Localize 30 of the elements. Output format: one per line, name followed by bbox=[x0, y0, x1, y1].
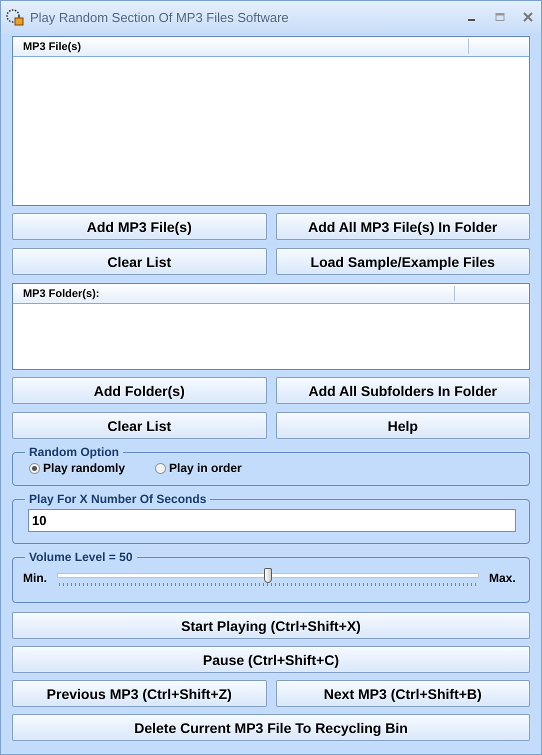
maximize-icon[interactable] bbox=[495, 12, 505, 22]
action-button[interactable]: Clear List bbox=[12, 412, 266, 439]
max-label: Max. bbox=[489, 571, 517, 585]
action-button[interactable]: Add MP3 File(s) bbox=[12, 213, 266, 240]
close-icon[interactable] bbox=[523, 12, 533, 22]
action-button[interactable]: Add Folder(s) bbox=[12, 377, 266, 404]
group-title: Random Option bbox=[28, 445, 120, 459]
action-button[interactable]: Previous MP3 (Ctrl+Shift+Z) bbox=[12, 680, 266, 707]
group-title: Volume Level = 50 bbox=[28, 550, 134, 564]
file-list[interactable]: MP3 File(s) bbox=[12, 36, 530, 206]
app-icon bbox=[6, 8, 24, 26]
action-button[interactable]: Add All Subfolders In Folder bbox=[276, 377, 530, 404]
slider-thumb[interactable] bbox=[264, 568, 272, 583]
min-label: Min. bbox=[23, 571, 47, 585]
action-button[interactable]: Add All MP3 File(s) In Folder bbox=[276, 213, 530, 240]
folder-list[interactable]: MP3 Folder(s): bbox=[12, 283, 530, 370]
action-button[interactable]: Next MP3 (Ctrl+Shift+B) bbox=[276, 680, 530, 707]
group-title: Play For X Number Of Seconds bbox=[28, 492, 208, 506]
radio-button[interactable] bbox=[29, 462, 40, 474]
radio-option[interactable]: Play in order bbox=[155, 461, 242, 475]
radio-button[interactable] bbox=[155, 462, 166, 474]
window-title: Play Random Section Of MP3 Files Software bbox=[30, 10, 290, 24]
action-button[interactable]: Clear List bbox=[12, 248, 266, 275]
action-button[interactable]: Pause (Ctrl+Shift+C) bbox=[12, 646, 530, 673]
action-button[interactable]: Delete Current MP3 File To Recycling Bin bbox=[12, 714, 530, 741]
radio-option[interactable]: Play randomly bbox=[29, 461, 126, 475]
action-button[interactable]: Load Sample/Example Files bbox=[276, 248, 530, 275]
seconds-field[interactable]: 10 bbox=[28, 509, 516, 532]
action-button[interactable]: Help bbox=[276, 412, 530, 439]
action-button[interactable]: Start Playing (Ctrl+Shift+X) bbox=[12, 612, 530, 639]
